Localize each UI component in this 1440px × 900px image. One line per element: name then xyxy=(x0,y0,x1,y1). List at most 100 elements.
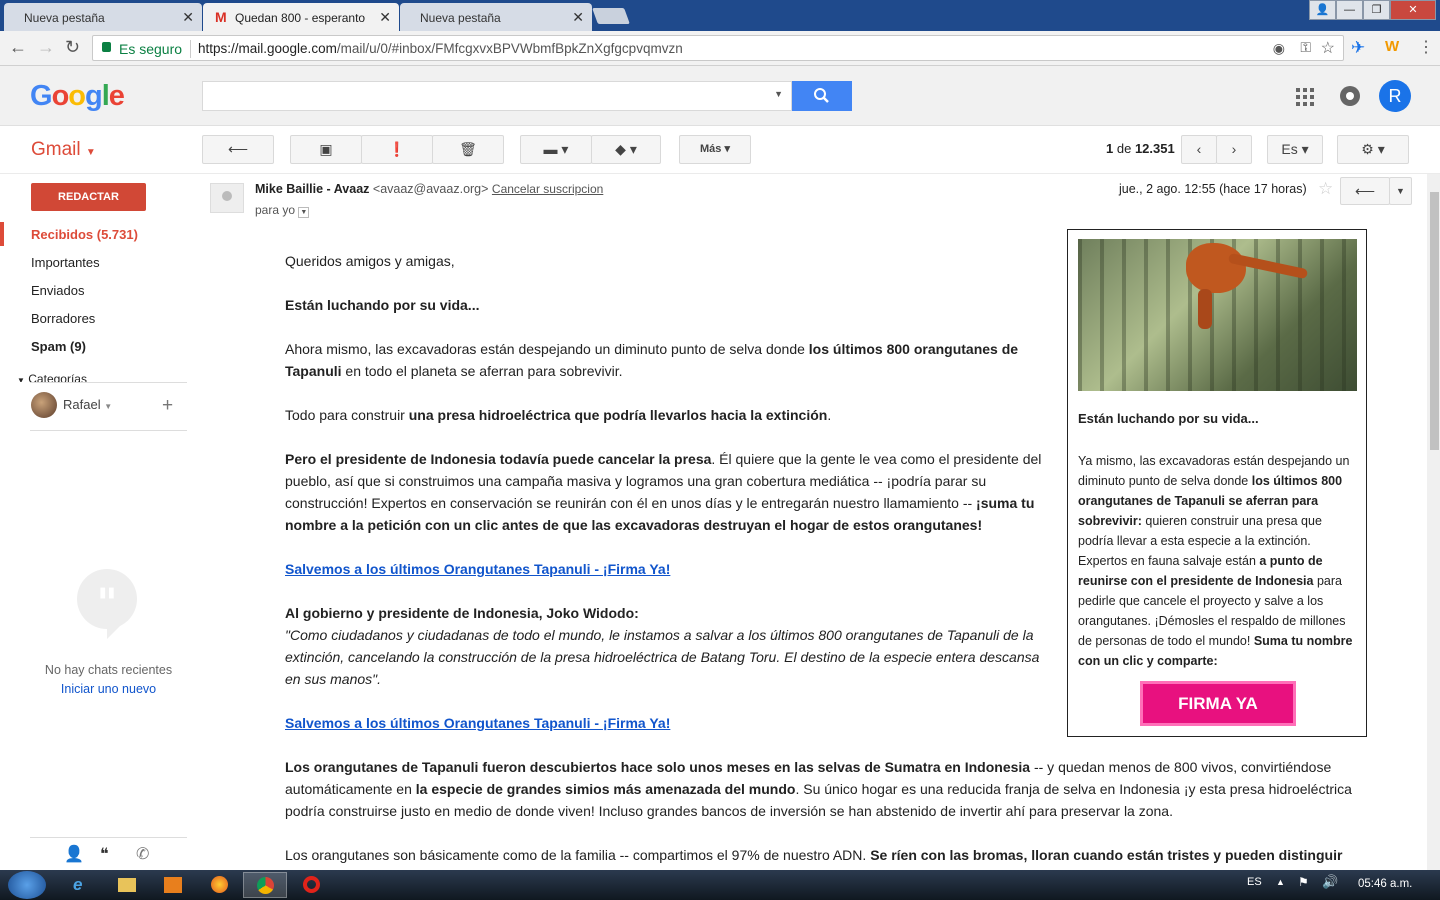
key-icon[interactable]: ⚿ xyxy=(1300,39,1311,56)
chrome-icon xyxy=(256,877,274,894)
caret-down-icon[interactable]: ▼ xyxy=(298,207,310,218)
text-bold: Pero el presidente de Indonesia todavía … xyxy=(285,451,712,467)
tab-new-1[interactable]: Nueva pestaña ✕ xyxy=(4,3,202,31)
paragraph-5: Los orangutanes son básicamente como de … xyxy=(285,844,1360,868)
petition-link[interactable]: Salvemos a los últimos Orangutanes Tapan… xyxy=(285,561,670,577)
delete-button[interactable]: 🗑 xyxy=(432,135,504,164)
eye-icon[interactable]: ◉ xyxy=(1273,40,1285,57)
minimize-button[interactable]: — xyxy=(1336,0,1363,20)
chevron-right-icon: › xyxy=(1231,141,1237,157)
divider xyxy=(30,837,187,838)
media-player-icon[interactable] xyxy=(164,877,182,893)
volume-icon[interactable]: 🔊 xyxy=(1322,874,1338,890)
orangutan-shape xyxy=(1186,243,1246,293)
text-bold: Se ríen con las bromas, lloran cuando es… xyxy=(870,847,1343,863)
report-spam-button[interactable]: ❗ xyxy=(361,135,433,164)
archive-button[interactable]: ▣ xyxy=(290,135,362,164)
sender-name[interactable]: Mike Baillie - Avaaz xyxy=(255,182,369,196)
explorer-folder-icon[interactable] xyxy=(118,878,136,892)
back-arrow-icon: ⟵ xyxy=(227,141,249,157)
gmail-menu[interactable]: Gmail ▼ xyxy=(31,139,96,161)
language-indicator[interactable]: ES xyxy=(1247,876,1262,888)
older-button[interactable]: › xyxy=(1216,135,1252,164)
new-tab-button[interactable] xyxy=(592,8,630,24)
unsubscribe-link[interactable]: Cancelar suscripcion xyxy=(492,182,603,196)
close-icon[interactable]: ✕ xyxy=(182,9,194,26)
google-logo[interactable]: Google xyxy=(30,80,125,113)
reply-button[interactable]: ⟵ xyxy=(1340,177,1390,205)
close-icon[interactable]: ✕ xyxy=(379,9,391,26)
sidebar-item-inbox[interactable]: Recibidos (5.731) xyxy=(31,227,138,242)
divider xyxy=(190,40,191,58)
back-arrow-icon[interactable]: ← xyxy=(9,37,27,58)
move-to-button[interactable]: ▬ ▾ xyxy=(520,135,592,164)
folder-icon: ▬ ▾ xyxy=(543,141,569,157)
more-actions-button[interactable]: ▼ xyxy=(1389,177,1412,205)
star-icon[interactable]: ☆ xyxy=(1321,38,1335,58)
extension-plane-icon[interactable]: ✈ xyxy=(1351,38,1365,58)
input-tools-button[interactable]: Es ▾ xyxy=(1267,135,1323,164)
clock[interactable]: 05:46 a.m. xyxy=(1358,878,1412,890)
settings-button[interactable]: ⚙ ▾ xyxy=(1337,135,1409,164)
sign-now-button[interactable]: FIRMA YA xyxy=(1140,681,1296,726)
sidebar-item-spam[interactable]: Spam (9) xyxy=(31,339,86,354)
recipient-text: para yo xyxy=(255,203,296,217)
maximize-button[interactable]: ❐ xyxy=(1363,0,1390,20)
text: Los orangutanes son básicamente como de … xyxy=(285,847,871,863)
chevron-left-icon: ‹ xyxy=(1196,141,1202,157)
search-button[interactable] xyxy=(792,81,852,111)
account-avatar[interactable]: R xyxy=(1379,80,1411,112)
star-icon[interactable]: ☆ xyxy=(1318,179,1333,199)
alert-icon: ❗ xyxy=(388,141,406,157)
apps-grid-icon[interactable] xyxy=(1296,88,1314,106)
more-button[interactable]: Más ▾ xyxy=(679,135,751,164)
pager-text: 1 de 12.351 xyxy=(1106,141,1175,156)
chrome-taskbar-button[interactable] xyxy=(243,872,287,898)
back-to-inbox-button[interactable]: ⟵ xyxy=(202,135,274,164)
notifications-bell-icon[interactable] xyxy=(1340,86,1360,106)
text-bold: la especie de grandes simios más amenaza… xyxy=(415,781,796,797)
firefox-icon[interactable] xyxy=(211,876,228,893)
address-bar[interactable]: Es seguro https://mail.google.com/mail/u… xyxy=(92,35,1344,61)
search-input[interactable] xyxy=(209,83,749,109)
search-box[interactable]: ▼ xyxy=(202,81,792,111)
hangouts-user[interactable]: Rafael ▼ xyxy=(63,397,112,412)
network-warning-icon[interactable]: ⚑ xyxy=(1298,875,1309,889)
tab-title: Quedan 800 - esperanto xyxy=(235,11,366,25)
newer-button[interactable]: ‹ xyxy=(1181,135,1217,164)
start-chat-link[interactable]: Iniciar uno nuevo xyxy=(30,682,187,696)
search-icon xyxy=(814,88,829,103)
tray-arrow-icon[interactable]: ▲ xyxy=(1276,877,1285,887)
contacts-icon[interactable]: 👤 xyxy=(64,844,84,864)
menu-icon[interactable]: ⋮ xyxy=(1418,37,1434,57)
start-button[interactable] xyxy=(8,871,46,899)
orangutan-photo[interactable] xyxy=(1078,239,1357,391)
caret-down-icon[interactable]: ▼ xyxy=(774,89,783,99)
sidebar-item-drafts[interactable]: Borradores xyxy=(31,311,95,326)
ie-icon[interactable]: e xyxy=(73,875,82,895)
petition-link[interactable]: Salvemos a los últimos Orangutanes Tapan… xyxy=(285,715,670,731)
opera-icon[interactable] xyxy=(303,876,320,893)
tab-new-2[interactable]: Nueva pestaña ✕ xyxy=(400,3,592,31)
compose-button[interactable]: REDACTAR xyxy=(31,183,146,211)
forward-arrow-icon[interactable]: → xyxy=(37,37,55,58)
labels-button[interactable]: ◆ ▾ xyxy=(591,135,661,164)
sidebar-item-categories[interactable]: ▼ Categorías xyxy=(17,372,187,382)
reload-icon[interactable]: ↻ xyxy=(65,37,80,58)
hangouts-icon[interactable]: ❝ xyxy=(100,844,109,864)
phone-icon[interactable]: ✆ xyxy=(136,844,149,864)
user-avatar[interactable] xyxy=(31,392,57,418)
promo-title: Están luchando por su vida... xyxy=(1078,411,1259,426)
recipient-line[interactable]: para yo ▼ xyxy=(255,203,310,218)
promo-text: Ya mismo, las excavadoras están despejan… xyxy=(1078,451,1360,671)
tab-gmail[interactable]: M Quedan 800 - esperanto ✕ xyxy=(203,3,399,31)
petition-link-2-wrap: Salvemos a los últimos Orangutanes Tapan… xyxy=(285,712,1050,734)
extension-w-icon[interactable]: W xyxy=(1385,38,1399,55)
close-icon[interactable]: ✕ xyxy=(572,9,584,26)
user-icon[interactable]: 👤 xyxy=(1309,0,1336,20)
sidebar-item-sent[interactable]: Enviados xyxy=(31,283,84,298)
sidebar-item-important[interactable]: Importantes xyxy=(31,255,100,270)
close-window-button[interactable]: ✕ xyxy=(1390,0,1436,20)
scrollbar-thumb[interactable] xyxy=(1430,192,1439,450)
plus-icon[interactable]: + xyxy=(162,395,173,417)
